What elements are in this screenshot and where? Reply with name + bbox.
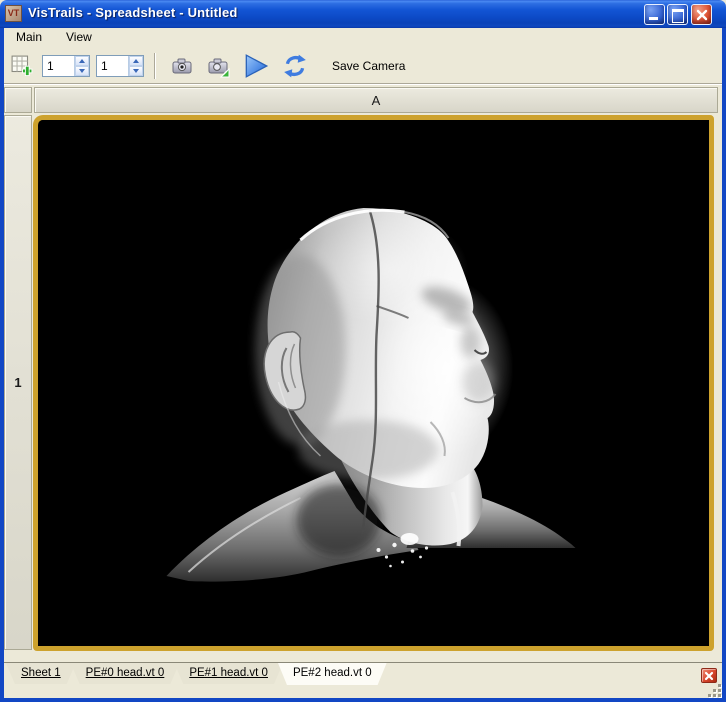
- tab-pe1-head[interactable]: PE#1 head.vt 0: [174, 663, 283, 684]
- chevron-down-icon: [79, 69, 85, 73]
- tab-pe2-head[interactable]: PE#2 head.vt 0: [278, 663, 387, 685]
- grid-plus-icon: [11, 55, 33, 77]
- export-snapshot-button[interactable]: [202, 52, 234, 80]
- camera-export-icon: [205, 54, 231, 78]
- save-camera-button[interactable]: Save Camera: [326, 55, 411, 77]
- menu-bar: Main View: [4, 28, 722, 48]
- column-header-a[interactable]: A: [34, 87, 718, 113]
- close-sheet-button[interactable]: [701, 668, 717, 683]
- menu-view[interactable]: View: [54, 28, 104, 48]
- new-sheet-button[interactable]: [8, 52, 36, 80]
- row-header-1[interactable]: 1: [4, 115, 32, 650]
- column-spin-down-button[interactable]: [129, 66, 143, 76]
- toolbar-separator: [154, 53, 156, 79]
- resize-grip[interactable]: [707, 683, 721, 697]
- close-button[interactable]: [691, 4, 712, 25]
- chevron-up-icon: [79, 59, 85, 63]
- sync-button[interactable]: [278, 52, 312, 80]
- toolbar: Save Camera: [4, 48, 722, 85]
- window-title: VisTrails - Spreadsheet - Untitled: [28, 5, 238, 20]
- column-count-spinner: [96, 55, 144, 77]
- maximize-button[interactable]: [667, 4, 688, 25]
- take-snapshot-button[interactable]: [166, 52, 198, 80]
- column-spin-up-button[interactable]: [129, 56, 143, 66]
- chevron-up-icon: [133, 59, 139, 63]
- head-render-3d[interactable]: [38, 120, 709, 646]
- play-icon: [241, 52, 271, 80]
- sheet-tab-bar: Sheet 1 PE#0 head.vt 0 PE#1 head.vt 0 PE…: [4, 662, 722, 685]
- window-border-right: [722, 28, 726, 702]
- row-count-input[interactable]: [43, 56, 74, 76]
- app-window: VT VisTrails - Spreadsheet - Untitled Ma…: [0, 0, 726, 702]
- row-count-spinner: [42, 55, 90, 77]
- chevron-down-icon: [133, 69, 139, 73]
- sync-arrows-icon: [281, 53, 309, 79]
- row-spin-down-button[interactable]: [75, 66, 89, 76]
- tab-sheet-1[interactable]: Sheet 1: [6, 663, 76, 684]
- spreadsheet-cell-a1[interactable]: [33, 115, 714, 651]
- corner-header-cell[interactable]: [4, 87, 32, 113]
- row-spin-up-button[interactable]: [75, 56, 89, 66]
- menu-main[interactable]: Main: [4, 28, 54, 48]
- execute-button[interactable]: [238, 52, 274, 80]
- minimize-button[interactable]: [644, 4, 665, 25]
- window-border-bottom: [0, 698, 726, 702]
- camera-icon: [169, 54, 195, 78]
- title-bar[interactable]: VT VisTrails - Spreadsheet - Untitled: [0, 0, 726, 28]
- close-icon: [704, 671, 714, 681]
- column-count-input[interactable]: [97, 56, 128, 76]
- close-icon: [692, 5, 713, 26]
- app-icon: VT: [5, 5, 22, 22]
- window-content: Main View: [4, 28, 722, 698]
- tab-pe0-head[interactable]: PE#0 head.vt 0: [71, 663, 180, 684]
